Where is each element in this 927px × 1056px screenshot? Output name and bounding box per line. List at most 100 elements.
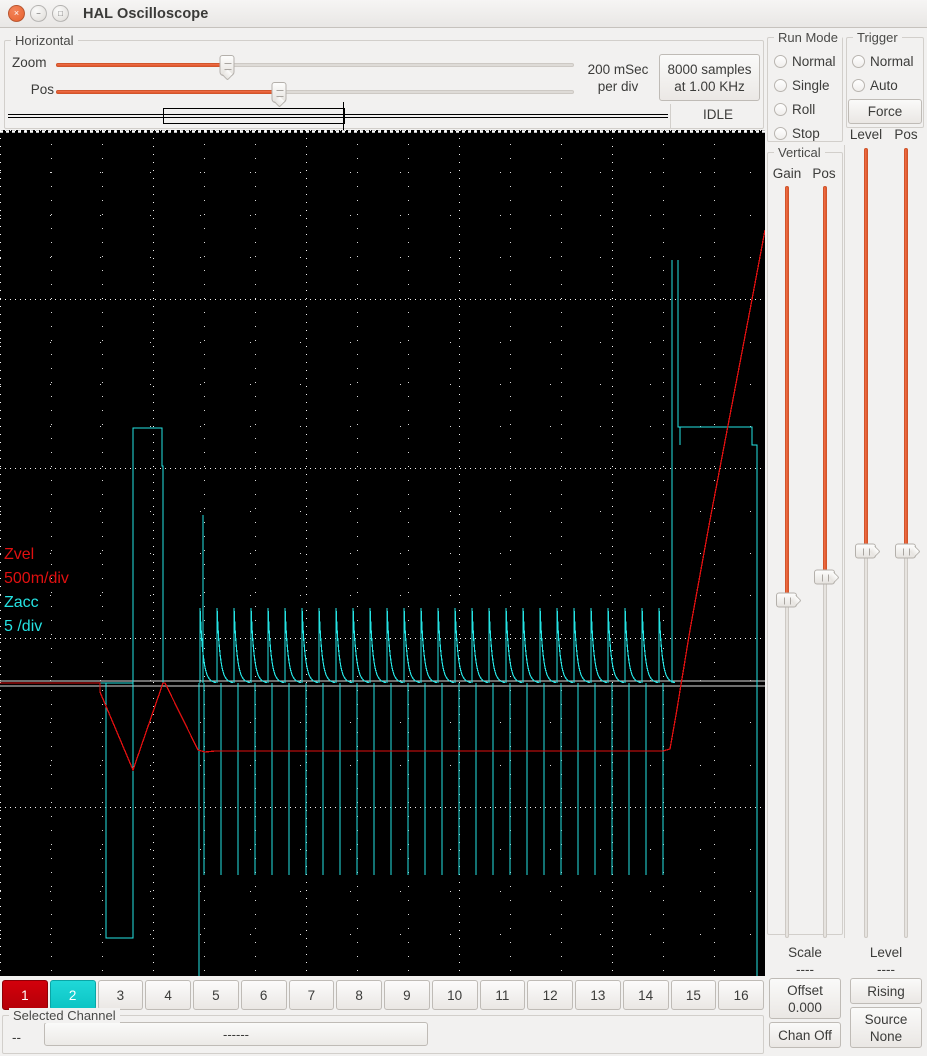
vertical-group-label: Vertical (774, 145, 825, 160)
run-mode-roll[interactable]: Roll (774, 102, 815, 117)
channel-button-1[interactable]: 1 (2, 980, 48, 1010)
sample-rate-label: at 1.00 KHz (674, 78, 745, 94)
trigger-source-button[interactable]: Source None (850, 1007, 922, 1048)
radio-icon[interactable] (852, 79, 865, 92)
channel-button-6[interactable]: 6 (240, 980, 287, 1010)
trigger-pos-slider[interactable] (893, 148, 919, 938)
run-mode-group: Run Mode Normal Single Roll Stop (767, 30, 843, 142)
run-mode-stop-label: Stop (792, 126, 820, 141)
trigger-level-handle[interactable] (855, 543, 876, 559)
vertical-pos-caption: Pos (812, 166, 836, 181)
horizontal-pos-handle[interactable] (271, 82, 287, 103)
run-mode-normal[interactable]: Normal (774, 54, 836, 69)
channel-button-8[interactable]: 8 (336, 980, 382, 1010)
radio-icon[interactable] (852, 55, 865, 68)
panel-divider (844, 145, 845, 938)
channel-button-16[interactable]: 16 (718, 980, 764, 1010)
run-mode-stop[interactable]: Stop (774, 126, 820, 141)
horizontal-group-label: Horizontal (11, 33, 78, 48)
vertical-pos-handle[interactable] (814, 569, 835, 585)
trigger-auto[interactable]: Auto (852, 78, 898, 93)
run-mode-group-label: Run Mode (774, 30, 842, 45)
offset-label: Offset (787, 982, 823, 998)
horizontal-pos-label: Pos (30, 82, 54, 97)
radio-icon[interactable] (774, 103, 787, 116)
status-separator (670, 104, 671, 128)
svg-text:5 /div: 5 /div (4, 618, 42, 635)
channel-button-3[interactable]: 3 (97, 980, 144, 1010)
channel-button-14[interactable]: 14 (622, 980, 669, 1010)
pos-row: Pos (12, 82, 54, 97)
radio-icon[interactable] (774, 127, 787, 140)
vertical-gain-slider[interactable] (774, 186, 800, 938)
position-window[interactable] (163, 108, 345, 124)
vertical-gain-handle[interactable] (776, 592, 797, 608)
sample-rate-button[interactable]: 8000 samples at 1.00 KHz (659, 54, 760, 101)
maximize-icon[interactable]: □ (52, 5, 69, 22)
selected-channel-number: -- (12, 1030, 21, 1045)
level-value: ---- (877, 962, 895, 977)
channel-button-15[interactable]: 15 (670, 980, 717, 1010)
trigger-source-value: None (869, 1028, 903, 1044)
close-icon[interactable]: × (8, 5, 25, 22)
run-mode-normal-label: Normal (792, 54, 836, 69)
scale-title: Scale (788, 945, 822, 960)
trigger-level-slider[interactable] (853, 148, 879, 938)
selected-channel-name-button[interactable]: ------ (44, 1022, 428, 1046)
chan-off-button[interactable]: Chan Off (769, 1022, 841, 1048)
scope-canvas: Zvel 500m/div Zacc 5 /div (0, 130, 765, 976)
run-mode-roll-label: Roll (792, 102, 816, 117)
trigger-source-label: Source (864, 1011, 908, 1027)
sample-count-label: 8000 samples (667, 61, 752, 77)
trigger-level-fill (864, 148, 868, 551)
channel-button-4[interactable]: 4 (145, 980, 191, 1010)
trigger-level-caption: Level (849, 127, 883, 142)
offset-button[interactable]: Offset 0.000 (769, 978, 841, 1019)
trigger-auto-label: Auto (870, 78, 898, 93)
trigger-group-label: Trigger (853, 30, 902, 45)
channel-button-5[interactable]: 5 (193, 980, 239, 1010)
channel-button-10[interactable]: 10 (431, 980, 478, 1010)
channel-button-9[interactable]: 9 (384, 980, 430, 1010)
time-per-div-value: 200 mSec (587, 62, 649, 77)
horizontal-pos-slider[interactable] (56, 82, 574, 103)
vertical-pos-slider[interactable] (812, 186, 838, 938)
svg-text:Zacc: Zacc (4, 594, 39, 611)
zoom-row: Zoom (12, 55, 54, 70)
zoom-slider-handle[interactable] (219, 55, 235, 76)
radio-icon[interactable] (774, 79, 787, 92)
minimize-icon[interactable]: − (30, 5, 47, 22)
horizontal-position-indicator[interactable] (8, 102, 668, 130)
radio-icon[interactable] (774, 55, 787, 68)
window-controls: × − □ (8, 5, 69, 22)
zoom-label: Zoom (12, 55, 47, 70)
force-trigger-button[interactable]: Force (848, 99, 922, 124)
trigger-pos-handle[interactable] (895, 543, 916, 559)
trigger-edge-button[interactable]: Rising (850, 978, 922, 1004)
channel-button-bar: 1 2 3 4 5 6 7 8 9 10 11 12 13 14 15 16 (2, 980, 764, 1010)
channel-button-2[interactable]: 2 (49, 980, 96, 1010)
channel-button-12[interactable]: 12 (527, 980, 573, 1010)
window-title: HAL Oscilloscope (83, 5, 209, 22)
trigger-normal-label: Normal (870, 54, 914, 69)
time-per-div-unit: per div (597, 79, 639, 94)
horizontal-pos-fill (56, 90, 279, 94)
zoom-slider-fill (56, 63, 227, 67)
zoom-slider[interactable] (56, 55, 574, 76)
channel-button-7[interactable]: 7 (288, 980, 335, 1010)
channel-button-11[interactable]: 11 (479, 980, 526, 1010)
selected-channel-label: Selected Channel (9, 1008, 120, 1023)
level-title: Level (869, 945, 903, 960)
hal-oscilloscope-window: × − □ HAL Oscilloscope Horizontal Zoom P… (0, 0, 927, 1056)
svg-text:500m/div: 500m/div (4, 570, 69, 587)
offset-value: 0.000 (788, 999, 822, 1015)
trigger-position-marker[interactable] (342, 102, 344, 130)
selected-channel-group: Selected Channel -- ------ (2, 1008, 764, 1054)
vertical-pos-fill (823, 186, 827, 578)
trigger-normal[interactable]: Normal (852, 54, 914, 69)
run-mode-single-label: Single (792, 78, 830, 93)
vertical-gain-fill (785, 186, 789, 600)
run-mode-single[interactable]: Single (774, 78, 830, 93)
channel-button-13[interactable]: 13 (575, 980, 621, 1010)
scope-display[interactable]: Zvel 500m/div Zacc 5 /div (0, 130, 765, 976)
